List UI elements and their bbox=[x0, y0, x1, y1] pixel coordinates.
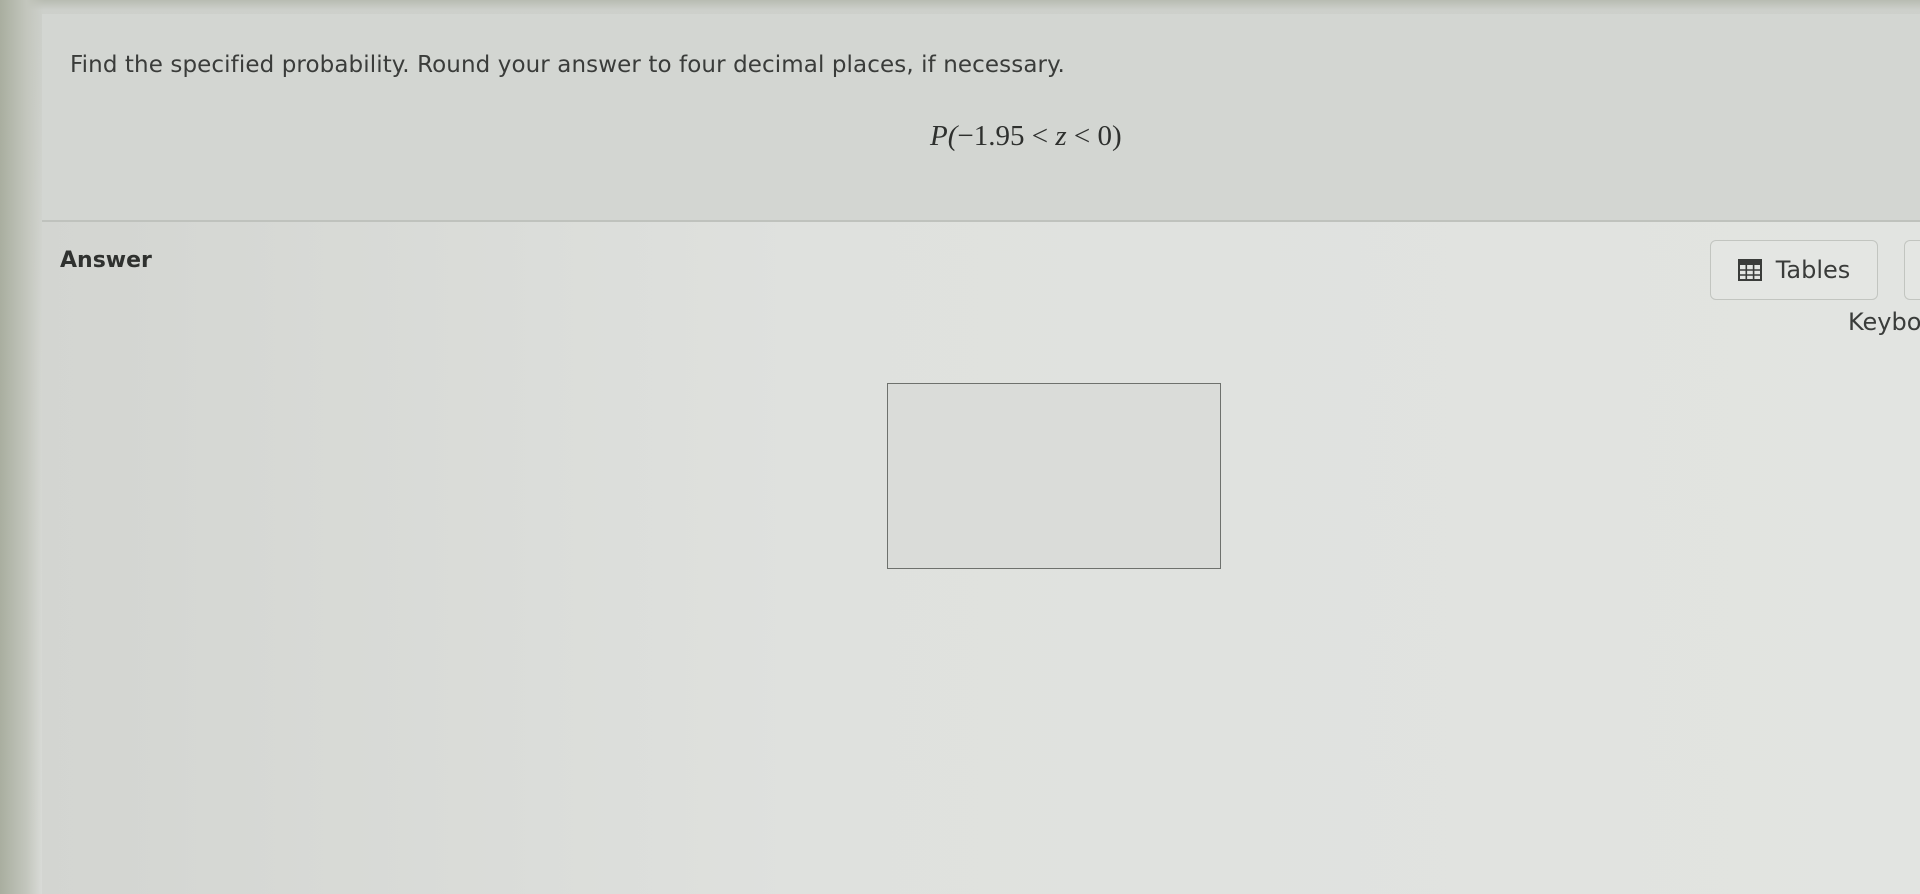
expr-variable: z bbox=[1055, 120, 1067, 152]
question-instruction: Find the specified probability. Round yo… bbox=[70, 52, 1065, 78]
probability-expression: P(−1.95 < z < 0) bbox=[930, 120, 1122, 153]
expr-upper-bound: 0 bbox=[1097, 120, 1113, 152]
keyboard-label: Keybo bbox=[1848, 308, 1920, 336]
tables-button-label: Tables bbox=[1775, 256, 1851, 284]
expr-less-than-1: < bbox=[1031, 120, 1049, 152]
answer-input[interactable] bbox=[887, 383, 1221, 569]
answer-area: Answer Tables Keybo bbox=[42, 222, 1920, 894]
expr-suffix: ) bbox=[1112, 120, 1122, 152]
keyboard-button[interactable] bbox=[1904, 240, 1920, 300]
expr-prefix: P( bbox=[930, 120, 958, 152]
left-edge-shadow bbox=[0, 0, 44, 894]
tables-button[interactable]: Tables bbox=[1710, 240, 1878, 300]
answer-label: Answer bbox=[60, 248, 152, 273]
expr-lower-bound: −1.95 bbox=[957, 120, 1025, 152]
expr-less-than-2: < bbox=[1073, 120, 1091, 152]
table-grid-icon bbox=[1737, 259, 1762, 281]
top-edge-shadow bbox=[0, 0, 1920, 10]
question-panel: Find the specified probability. Round yo… bbox=[42, 14, 1920, 220]
page: Find the specified probability. Round yo… bbox=[0, 0, 1920, 894]
